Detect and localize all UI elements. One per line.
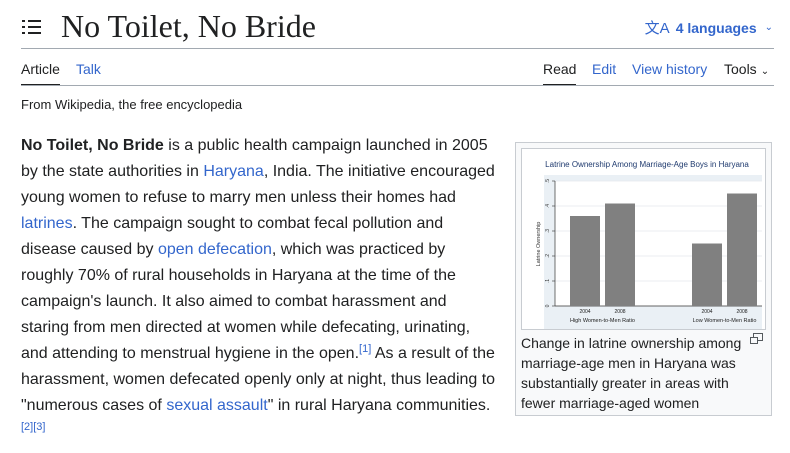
- x-tick-label: 2004: [579, 309, 590, 315]
- y-tick-label: .2: [545, 254, 551, 258]
- chevron-down-icon: ⌄: [764, 22, 773, 33]
- translate-icon: 文A: [644, 20, 670, 37]
- chart-title: Latrine Ownership Among Marriage-Age Boy…: [545, 160, 749, 169]
- link-haryana[interactable]: Haryana: [203, 163, 263, 180]
- page-tabs: Article Talk Read Edit View history Tool…: [21, 48, 774, 86]
- y-axis-label: Latrine Ownership: [536, 222, 542, 267]
- link-open-defecation[interactable]: open defecation: [158, 241, 272, 258]
- article-bold-title: No Toilet, No Bride: [21, 137, 164, 154]
- chart-image[interactable]: Latrine Ownership Among Marriage-Age Boy…: [521, 148, 766, 330]
- infobox-figure: Latrine Ownership Among Marriage-Age Boy…: [515, 142, 772, 416]
- tools-menu[interactable]: Tools ⌄: [724, 61, 769, 87]
- page-title: No Toilet, No Bride: [61, 8, 316, 44]
- reference-3[interactable]: [3]: [33, 421, 45, 433]
- y-tick-label: .1: [545, 279, 551, 283]
- article-text: , which was practiced by roughly 70% of …: [21, 241, 471, 362]
- tools-label: Tools: [724, 61, 757, 77]
- bar: [605, 203, 635, 306]
- x-tick-label: 2008: [736, 309, 747, 315]
- chevron-down-icon: ⌄: [760, 66, 770, 77]
- languages-button[interactable]: 文A 4 languages ⌄: [645, 17, 773, 38]
- main-menu-icon[interactable]: [22, 18, 42, 36]
- link-latrines[interactable]: latrines: [21, 215, 73, 232]
- figure-caption: Change in latrine ownership among marria…: [521, 335, 742, 411]
- tab-article[interactable]: Article: [21, 61, 60, 86]
- article-text: " in rural Haryana communities.: [267, 397, 491, 414]
- reference-1[interactable]: [1]: [359, 343, 371, 355]
- link-sexual-assault[interactable]: sexual assault: [166, 397, 267, 414]
- languages-label: 4 languages: [675, 19, 757, 36]
- group-label: High Women-to-Men Ratio: [570, 318, 635, 324]
- bar: [570, 216, 600, 306]
- y-tick-label: .5: [545, 179, 551, 183]
- x-tick-label: 2008: [614, 309, 625, 315]
- tabs-divider: [21, 85, 774, 86]
- reference-2[interactable]: [2]: [21, 421, 33, 433]
- site-tagline: From Wikipedia, the free encyclopedia: [21, 97, 243, 112]
- bar: [727, 193, 757, 306]
- y-tick-label: .3: [545, 229, 551, 233]
- enlarge-icon[interactable]: [750, 333, 763, 344]
- tab-edit[interactable]: Edit: [592, 61, 616, 84]
- article-paragraph: No Toilet, No Bride is a public health c…: [21, 133, 496, 445]
- bar: [692, 243, 722, 306]
- tab-read[interactable]: Read: [543, 61, 577, 86]
- group-label: Low Women-to-Men Ratio: [693, 318, 757, 324]
- tab-talk[interactable]: Talk: [76, 61, 101, 84]
- x-tick-label: 2004: [701, 309, 712, 315]
- y-tick-label: 0: [545, 304, 551, 307]
- tab-view-history[interactable]: View history: [632, 61, 707, 84]
- y-tick-label: .4: [545, 204, 551, 208]
- bar-chart: Latrine Ownership Among Marriage-Age Boy…: [536, 160, 762, 329]
